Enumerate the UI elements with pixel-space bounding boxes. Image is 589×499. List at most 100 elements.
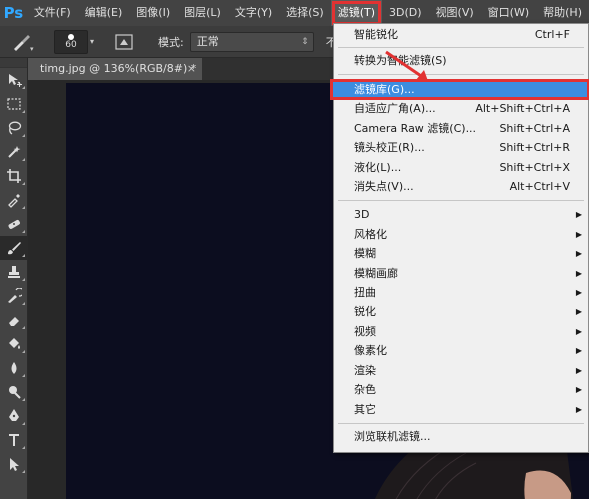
eraser-tool-icon[interactable] [0, 308, 28, 332]
menu-separator [338, 200, 584, 201]
submenu-arrow-icon: ▶ [575, 327, 582, 336]
menu-item-label: 3D [354, 208, 370, 221]
menu-item-label: 滤镜库(G)... [354, 83, 415, 96]
menu-shortcut: Ctrl+F [534, 28, 570, 41]
tools-panel [0, 58, 28, 499]
menu-edit[interactable]: 编辑(E) [78, 0, 130, 26]
menu-item-smart-sharpen[interactable]: 智能锐化 Ctrl+F [334, 25, 588, 44]
menu-type[interactable]: 文字(Y) [228, 0, 279, 26]
menu-item-label: 扭曲 [354, 286, 376, 299]
menu-item-3d[interactable]: 3D ▶ [334, 205, 588, 224]
menu-item-label: 杂色 [354, 383, 376, 396]
eyedropper-tool-icon[interactable] [0, 188, 28, 212]
blur-tool-icon[interactable] [0, 356, 28, 380]
mode-label: 模式: [158, 35, 184, 49]
quick-select-tool-icon[interactable] [0, 140, 28, 164]
menu-select[interactable]: 选择(S) [279, 0, 331, 26]
type-tool-icon[interactable] [0, 428, 28, 452]
brush-size-picker[interactable]: 60 [54, 29, 88, 54]
menu-shortcut: Shift+Ctrl+X [499, 161, 570, 174]
submenu-arrow-icon: ▶ [575, 249, 582, 258]
menu-item-filter-gallery[interactable]: 滤镜库(G)... [330, 79, 589, 100]
filter-menu-dropdown: 智能锐化 Ctrl+F 转换为智能滤镜(S) 滤镜库(G)... 自适应广角(A)… [330, 23, 589, 453]
menu-item-stylize[interactable]: 风格化 ▶ [334, 225, 588, 244]
photoshop-window: Ps 文件(F) 编辑(E) 图像(I) 图层(L) 文字(Y) 选择(S) 滤… [0, 0, 589, 499]
lasso-tool-icon[interactable] [0, 116, 28, 140]
menu-item-vanishing-point[interactable]: 消失点(V)... Alt+Ctrl+V [334, 177, 588, 196]
menu-item-convert-smart-filter[interactable]: 转换为智能滤镜(S) [334, 51, 588, 70]
paint-bucket-tool-icon[interactable] [0, 332, 28, 356]
menu-item-adaptive-wide-angle[interactable]: 自适应广角(A)... Alt+Shift+Ctrl+A [334, 99, 588, 118]
path-select-tool-icon[interactable] [0, 452, 28, 476]
menu-item-label: 消失点(V)... [354, 180, 414, 193]
mode-value: 正常 [196, 34, 219, 48]
menu-layer[interactable]: 图层(L) [177, 0, 228, 26]
submenu-arrow-icon: ▶ [575, 269, 582, 278]
menu-shortcut: Shift+Ctrl+A [499, 122, 570, 135]
menu-item-blur[interactable]: 模糊 ▶ [334, 244, 588, 263]
document-tab-title: timg.jpg @ 136%(RGB/8#) * [40, 62, 197, 75]
marquee-tool-icon[interactable] [0, 92, 28, 116]
menu-item-camera-raw[interactable]: Camera Raw 滤镜(C)... Shift+Ctrl+A [334, 119, 588, 138]
close-icon[interactable]: × [187, 58, 196, 80]
menu-separator [338, 74, 584, 75]
menu-item-label: 自适应广角(A)... [354, 102, 436, 115]
menu-item-label: 转换为智能滤镜(S) [354, 54, 447, 67]
brush-panel-icon[interactable] [114, 33, 134, 51]
menu-shortcut: Shift+Ctrl+R [499, 141, 570, 154]
submenu-arrow-icon: ▶ [575, 307, 582, 316]
move-tool-icon[interactable] [0, 68, 28, 92]
brush-size-value: 60 [65, 39, 77, 50]
document-tab[interactable]: timg.jpg @ 136%(RGB/8#) * × [28, 58, 202, 80]
menu-item-noise[interactable]: 杂色 ▶ [334, 380, 588, 399]
chevron-down-icon[interactable]: ▾ [90, 37, 98, 46]
menu-item-label: 智能锐化 [354, 28, 398, 41]
submenu-arrow-icon: ▶ [575, 346, 582, 355]
menu-item-label: 视频 [354, 325, 376, 338]
menu-item-other[interactable]: 其它 ▶ [334, 400, 588, 419]
svg-text:▾: ▾ [30, 45, 34, 53]
brush-tool-icon[interactable] [0, 236, 28, 260]
menu-item-browse-online-filters[interactable]: 浏览联机滤镜... [334, 427, 588, 446]
dodge-tool-icon[interactable] [0, 380, 28, 404]
menu-item-label: 液化(L)... [354, 161, 402, 174]
menu-item-sharpen[interactable]: 锐化 ▶ [334, 302, 588, 321]
submenu-arrow-icon: ▶ [575, 385, 582, 394]
submenu-arrow-icon: ▶ [575, 366, 582, 375]
menu-item-label: 模糊画廊 [354, 267, 398, 280]
crop-tool-icon[interactable] [0, 164, 28, 188]
menu-item-label: 模糊 [354, 247, 376, 260]
menu-item-blur-gallery[interactable]: 模糊画廊 ▶ [334, 264, 588, 283]
menu-item-label: 其它 [354, 403, 376, 416]
menu-item-label: 浏览联机滤镜... [354, 430, 431, 443]
menu-separator [338, 423, 584, 424]
menu-file[interactable]: 文件(F) [27, 0, 78, 26]
submenu-arrow-icon: ▶ [575, 288, 582, 297]
menu-item-label: 镜头校正(R)... [354, 141, 425, 154]
menu-separator [338, 47, 584, 48]
menu-item-label: 像素化 [354, 344, 387, 357]
pen-tool-icon[interactable] [0, 404, 28, 428]
mode-select[interactable]: 正常 ⇕ [189, 31, 314, 52]
menu-item-lens-correction[interactable]: 镜头校正(R)... Shift+Ctrl+R [334, 138, 588, 157]
menu-image[interactable]: 图像(I) [129, 0, 177, 26]
menu-item-render[interactable]: 渲染 ▶ [334, 361, 588, 380]
submenu-arrow-icon: ▶ [575, 230, 582, 239]
submenu-arrow-icon: ▶ [575, 210, 582, 219]
menu-item-label: 渲染 [354, 364, 376, 377]
ps-logo: Ps [3, 4, 24, 22]
panel-grip[interactable] [0, 58, 27, 68]
updown-icon: ⇕ [301, 36, 309, 47]
menu-item-label: 锐化 [354, 305, 376, 318]
history-brush-tool-icon[interactable] [0, 284, 28, 308]
healing-tool-icon[interactable] [0, 212, 28, 236]
menu-item-pixelate[interactable]: 像素化 ▶ [334, 341, 588, 360]
menu-item-label: 风格化 [354, 228, 387, 241]
brush-preset-icon[interactable]: ▾ [8, 29, 34, 55]
menu-item-video[interactable]: 视频 ▶ [334, 322, 588, 341]
menu-item-liquify[interactable]: 液化(L)... Shift+Ctrl+X [334, 158, 588, 177]
menu-item-distort[interactable]: 扭曲 ▶ [334, 283, 588, 302]
menu-shortcut: Alt+Ctrl+V [509, 180, 570, 193]
submenu-arrow-icon: ▶ [575, 405, 582, 414]
stamp-tool-icon[interactable] [0, 260, 28, 284]
